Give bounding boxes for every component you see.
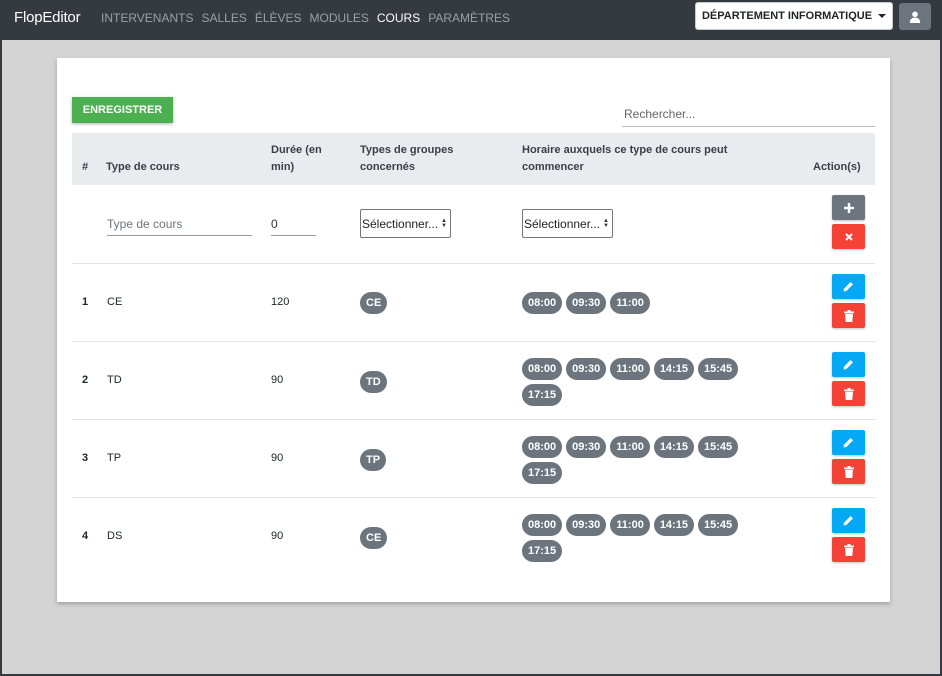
row-index: 2 [82,374,89,386]
course-types-card: ENREGISTRER # Type de cours Durée (en mi… [57,58,890,602]
group-badge: TP [360,449,387,471]
hour-badge: 08:00 [522,292,563,314]
header-duration: Durée (en min) [271,144,322,173]
nav-eleves[interactable]: ÉLÈVES [255,11,302,25]
header-index: # [82,161,89,173]
trash-icon [843,465,854,478]
pencil-icon [843,282,853,292]
app-brand[interactable]: FlopEditor [14,9,81,26]
hour-badge: 09:30 [566,436,607,458]
nav-salles[interactable]: SALLES [201,11,246,25]
hour-badge: 08:00 [522,358,563,380]
pencil-icon [843,438,853,448]
row-duration: 120 [271,296,290,308]
user-icon [909,11,921,23]
row-type: DS [107,530,123,542]
hours-list: 08:00 09:30 11:00 14:15 15:45 17:15 [522,436,752,488]
close-icon [844,232,853,241]
hour-badge: 11:00 [610,358,650,380]
delete-button[interactable] [832,537,865,562]
hour-badge: 15:45 [697,358,739,380]
hours-select[interactable]: Sélectionner... ▲ ▼ [522,209,613,238]
row-type: TD [107,374,122,386]
select-arrows-icon: ▲ ▼ [603,218,609,229]
pencil-icon [843,360,853,370]
duration-input[interactable] [271,212,316,236]
hours-list: 08:00 09:30 11:00 14:15 15:45 17:15 [522,358,752,410]
nav-cours[interactable]: COURS [377,11,420,25]
hour-badge: 08:00 [522,436,563,458]
cancel-button[interactable] [832,224,865,249]
add-button[interactable] [832,195,865,220]
row-type: CE [107,296,123,308]
header-groups: Types de groupes concernés [360,144,454,173]
user-menu-button[interactable] [899,3,931,30]
row-index: 4 [82,530,89,542]
hour-badge: 09:30 [566,358,607,380]
pencil-icon [843,516,853,526]
nav-parametres[interactable]: PARAMÈTRES [428,11,510,25]
hour-badge: 17:15 [522,384,563,406]
row-index: 1 [82,296,89,308]
hours-select-value: Sélectionner... [524,216,601,231]
trash-icon [843,543,854,556]
edit-button[interactable] [832,508,865,533]
row-divider [72,497,875,498]
groups-select-value: Sélectionner... [362,216,439,231]
row-duration: 90 [271,452,284,464]
hour-badge: 17:15 [522,462,563,484]
type-input[interactable] [107,212,252,236]
row-duration: 90 [271,374,284,386]
hour-badge: 14:15 [653,436,694,458]
nav-modules[interactable]: MODULES [310,11,369,25]
nav-intervenants[interactable]: INTERVENANTS [101,11,193,25]
trash-icon [843,309,854,322]
header-hours: Horaire auxquels ce type de cours peut c… [522,144,728,173]
delete-button[interactable] [832,381,865,406]
row-divider [72,341,875,342]
hour-badge: 08:00 [522,514,563,536]
hour-badge: 11:00 [610,514,650,536]
header-type: Type de cours [106,161,180,173]
groups-select[interactable]: Sélectionner... ▲ ▼ [360,209,451,238]
group-badge: CE [360,527,388,549]
delete-button[interactable] [832,459,865,484]
edit-button[interactable] [832,274,865,299]
save-button[interactable]: ENREGISTRER [72,97,173,123]
plus-icon [843,202,854,213]
edit-button[interactable] [832,430,865,455]
hour-badge: 15:45 [697,514,739,536]
hour-badge: 14:15 [653,514,694,536]
department-dropdown[interactable]: DÉPARTEMENT INFORMATIQUE [695,2,893,30]
caret-down-icon [878,14,887,18]
row-divider [72,419,875,420]
row-divider [72,263,875,264]
hour-badge: 11:00 [610,292,650,314]
group-badge: CE [360,292,388,314]
hours-list: 08:00 09:30 11:00 14:15 15:45 17:15 [522,514,752,566]
search-input[interactable] [622,101,875,127]
hour-badge: 11:00 [610,436,650,458]
hour-badge: 09:30 [566,514,607,536]
top-navbar: FlopEditor INTERVENANTS SALLES ÉLÈVES MO… [2,0,940,40]
header-actions: Action(s) [813,161,861,173]
trash-icon [843,387,854,400]
select-arrows-icon: ▲ ▼ [441,218,447,229]
department-label: DÉPARTEMENT INFORMATIQUE [701,10,873,22]
group-badge: TD [360,371,387,393]
hour-badge: 09:30 [566,292,607,314]
hour-badge: 15:45 [697,436,739,458]
hour-badge: 14:15 [653,358,694,380]
edit-button[interactable] [832,352,865,377]
main-nav: INTERVENANTS SALLES ÉLÈVES MODULES COURS… [101,11,518,25]
hour-badge: 17:15 [522,540,563,562]
table-header: # Type de cours Durée (en min) Types de … [72,133,875,185]
row-type: TP [107,452,122,464]
row-duration: 90 [271,530,284,542]
delete-button[interactable] [832,303,865,328]
row-index: 3 [82,452,89,464]
hours-list: 08:00 09:30 11:00 [522,292,752,318]
